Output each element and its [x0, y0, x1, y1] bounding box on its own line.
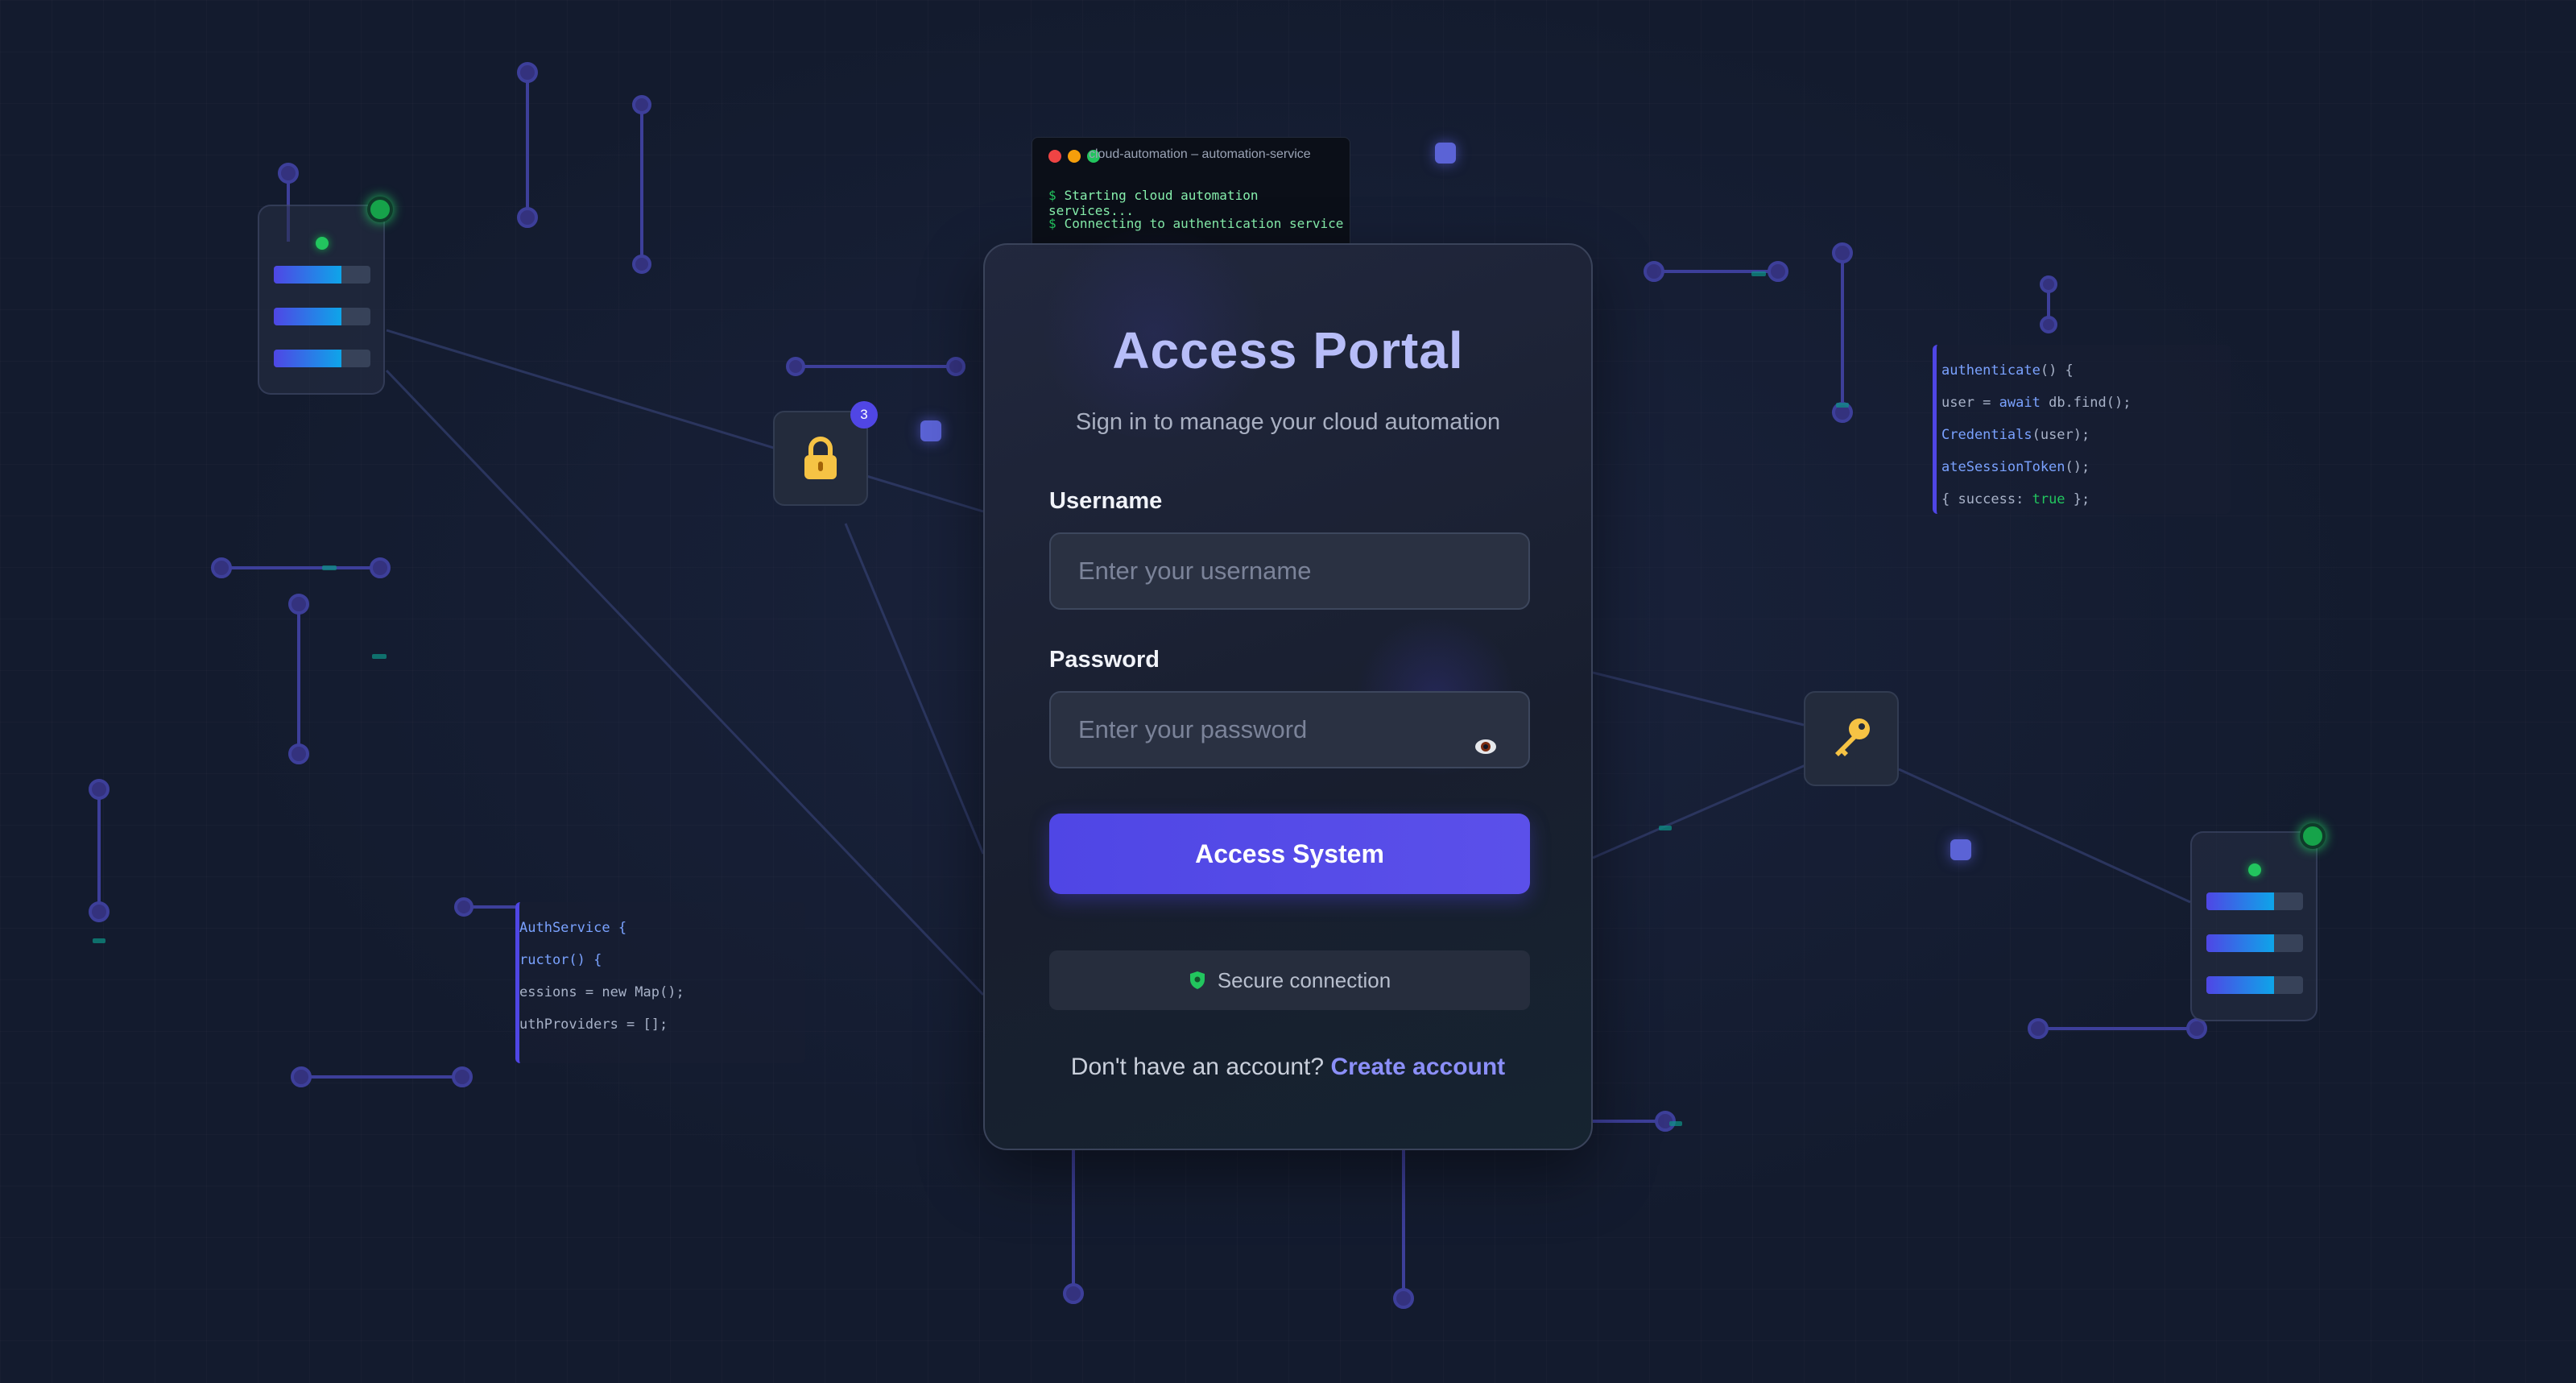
lock-widget: 3 — [773, 401, 878, 506]
code-line: authenticate() { — [1941, 362, 2074, 379]
username-input[interactable] — [1049, 532, 1530, 610]
code-line: uthProviders = []; — [519, 1017, 668, 1033]
server-bar — [2206, 934, 2303, 952]
server-bar — [2206, 892, 2303, 910]
create-account-link[interactable]: Create account — [1330, 1054, 1505, 1080]
key-icon — [1835, 718, 1870, 756]
terminal-line: $ Connecting to authentication service — [1048, 216, 1344, 231]
floating-cube — [920, 420, 941, 441]
code-line: ateSessionToken(); — [1941, 459, 2090, 475]
code-line: { success: true }; — [1941, 491, 2090, 507]
status-online-indicator — [2300, 823, 2326, 849]
server-bar — [274, 350, 370, 367]
password-input[interactable] — [1049, 691, 1530, 768]
code-line: Credentials(user); — [1941, 427, 2090, 443]
server-bar — [274, 308, 370, 325]
status-online-indicator — [367, 197, 393, 222]
password-label: Password — [1049, 647, 1160, 673]
server-bar — [274, 266, 370, 284]
shield-icon — [1189, 971, 1205, 989]
signup-prompt: Don't have an account? — [1070, 1054, 1325, 1080]
server-bar — [2206, 976, 2303, 994]
code-line: essions = new Map(); — [519, 984, 684, 1000]
code-line: user = await db.find(); — [1941, 395, 2132, 411]
secure-connection-indicator: Secure connection — [1049, 950, 1530, 1010]
floating-cube — [1435, 143, 1456, 164]
server-led — [316, 237, 329, 250]
server-led — [2248, 863, 2261, 876]
code-line: AuthService { — [519, 920, 627, 936]
signup-row: Don't have an account? Create account — [985, 1054, 1591, 1081]
server-card-left — [258, 197, 393, 395]
terminal-line: $ Starting cloud automation services... — [1048, 188, 1259, 218]
code-snippet-right: authenticate() { user = await db.find();… — [1933, 345, 2231, 514]
lock-icon — [804, 437, 837, 479]
close-dot-icon — [1048, 150, 1061, 163]
eye-icon[interactable] — [1474, 735, 1498, 759]
page-title: Access Portal — [1112, 321, 1464, 379]
login-card: Access Portal Sign in to manage your clo… — [983, 229, 1593, 1150]
code-snippet-left: AuthService { ructor() { essions = new M… — [515, 902, 805, 1063]
server-card-right — [2190, 823, 2326, 1021]
access-system-button[interactable]: Access System — [1049, 814, 1530, 894]
secure-connection-text: Secure connection — [1217, 967, 1391, 992]
terminal-title: cloud-automation – automation-service — [1089, 147, 1311, 161]
username-label: Username — [1049, 488, 1163, 514]
minimize-dot-icon — [1068, 150, 1081, 163]
code-line: ructor() { — [519, 952, 602, 968]
key-widget — [1804, 691, 1899, 786]
floating-cube — [1950, 839, 1971, 860]
terminal-window: cloud-automation – automation-service $ S… — [1032, 137, 1350, 250]
page-subtitle: Sign in to manage your cloud automation — [1075, 409, 1501, 435]
notification-badge: 3 — [850, 401, 878, 429]
